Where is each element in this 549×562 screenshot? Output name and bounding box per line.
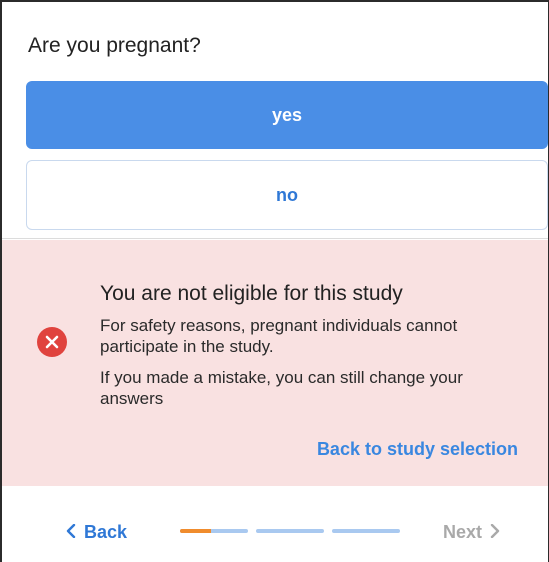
- chevron-left-icon: [66, 522, 76, 543]
- progress-segment: [180, 529, 248, 533]
- question-title: Are you pregnant?: [28, 34, 201, 57]
- answer-no-label: no: [276, 184, 298, 205]
- progress-fill: [180, 529, 211, 533]
- next-label: Next: [443, 522, 483, 542]
- back-label: Back: [84, 522, 128, 542]
- answer-yes-button[interactable]: yes: [26, 81, 548, 149]
- error-x-icon: [37, 327, 67, 357]
- answer-no-button[interactable]: no: [26, 160, 548, 230]
- app-frame: Are you pregnant? yes no You are not eli…: [0, 0, 549, 562]
- divider: [2, 238, 548, 239]
- progress-segment: [256, 529, 324, 533]
- alert-title: You are not eligible for this study: [100, 282, 403, 305]
- answer-yes-label: yes: [271, 104, 303, 125]
- progress-segment: [332, 529, 400, 533]
- back-button[interactable]: Back: [66, 522, 127, 543]
- chevron-right-icon: [490, 522, 500, 543]
- alert-message-change-answers: If you made a mistake, you can still cha…: [100, 368, 463, 408]
- progress-indicator: [180, 529, 400, 533]
- next-button[interactable]: Next: [443, 522, 500, 543]
- alert-message-safety: For safety reasons, pregnant individuals…: [100, 316, 458, 356]
- back-to-study-selection-link[interactable]: Back to study selection: [317, 439, 518, 460]
